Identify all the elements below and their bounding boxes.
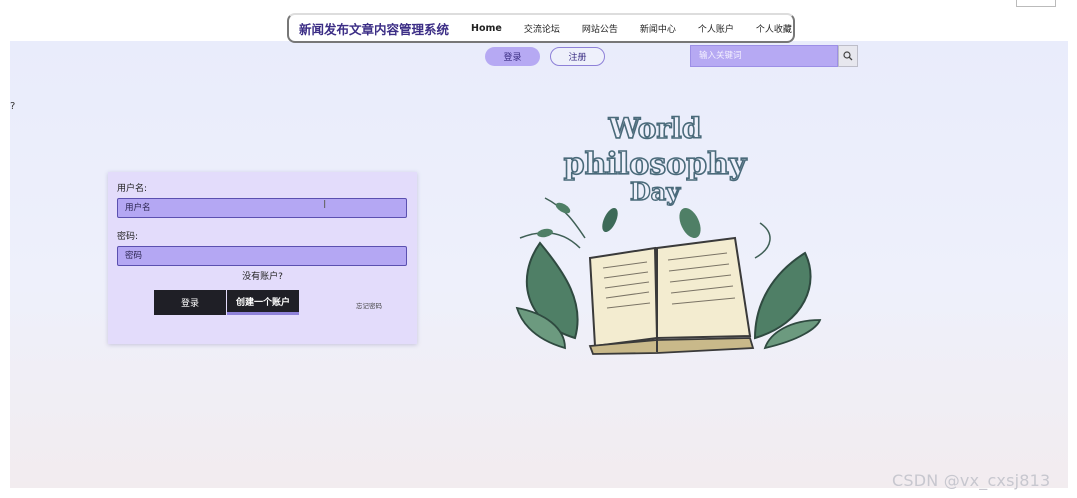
header-register-button[interactable]: 注册: [550, 47, 605, 66]
search-button[interactable]: [838, 45, 858, 67]
password-input[interactable]: [117, 246, 407, 266]
nav-forum[interactable]: 交流论坛: [524, 22, 560, 35]
login-card: 用户名: I 密码: 没有账户? 登录 创建一个账户 忘记密码: [108, 172, 417, 344]
forgot-password-link[interactable]: 忘记密码: [356, 300, 382, 310]
text-cursor-icon: I: [323, 198, 327, 211]
top-navbar: 新闻发布文章内容管理系统 Home 交流论坛 网站公告 新闻中心 个人账户 个人…: [287, 13, 795, 43]
nav-favorites[interactable]: 个人收藏: [756, 22, 792, 35]
nav-news-center[interactable]: 新闻中心: [640, 22, 676, 35]
search-icon: [843, 51, 853, 61]
csdn-watermark: CSDN @vx_cxsj813: [892, 471, 1051, 490]
illustration-title-line1: World: [608, 112, 702, 145]
top-right-frame: [1016, 0, 1056, 7]
search-bar: [690, 45, 858, 67]
nav-home[interactable]: Home: [471, 23, 502, 34]
nav-account[interactable]: 个人账户: [698, 22, 734, 35]
login-button[interactable]: 登录: [154, 290, 226, 315]
no-account-text: 没有账户?: [242, 272, 283, 282]
create-account-button[interactable]: 创建一个账户: [227, 290, 299, 315]
site-title: 新闻发布文章内容管理系统: [299, 21, 450, 37]
password-label: 密码:: [117, 232, 139, 242]
world-philosophy-day-illustration: World philosophy Day: [515, 111, 822, 355]
username-input[interactable]: [117, 198, 407, 218]
nav-announcement[interactable]: 网站公告: [582, 22, 618, 35]
header-login-button[interactable]: 登录: [485, 47, 540, 66]
search-input[interactable]: [690, 45, 838, 67]
username-label: 用户名:: [117, 184, 148, 194]
illustration-title-line3: Day: [630, 177, 681, 206]
left-edge-glyph: ?: [10, 101, 16, 112]
